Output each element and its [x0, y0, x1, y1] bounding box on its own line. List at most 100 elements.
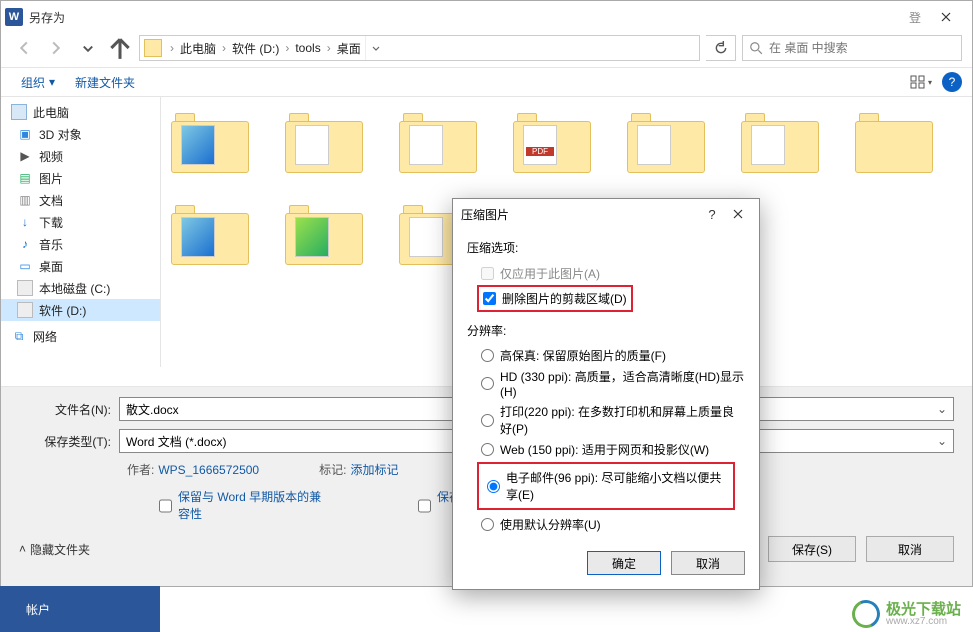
resolution-email[interactable]: 电子邮件(96 ppi): 尽可能缩小文档以便共享(E): [483, 467, 729, 505]
search-icon: [749, 41, 763, 55]
dialog-title: 压缩图片: [461, 206, 509, 223]
breadcrumb[interactable]: 软件 (D:): [228, 40, 283, 57]
cancel-button[interactable]: 取消: [866, 536, 954, 562]
tree-item[interactable]: ▤图片: [1, 167, 160, 189]
chevron-right-icon: ›: [220, 41, 228, 55]
titlebar: W 另存为 登: [1, 1, 972, 33]
recent-dropdown[interactable]: [75, 35, 101, 61]
breadcrumb[interactable]: tools: [291, 41, 324, 55]
refresh-button[interactable]: [706, 35, 736, 61]
chevron-right-icon: ›: [283, 41, 291, 55]
nav-up[interactable]: [107, 35, 133, 61]
filename-label: 文件名(N):: [19, 401, 119, 418]
resolution-print[interactable]: 打印(220 ppi): 在多数打印机和屏幕上质量良好(P): [467, 401, 745, 439]
resolution-hifi[interactable]: 高保真: 保留原始图片的质量(F): [467, 345, 745, 366]
drive-icon: [17, 280, 33, 296]
word-icon: W: [5, 8, 23, 26]
search-box[interactable]: [742, 35, 962, 61]
tree-item[interactable]: ♪音乐: [1, 233, 160, 255]
folder-item[interactable]: [171, 201, 249, 265]
delete-cropped-checkbox[interactable]: 删除图片的剪裁区域(D): [483, 290, 627, 307]
resolution-title: 分辨率:: [467, 322, 745, 339]
folder-item[interactable]: [741, 109, 819, 173]
login-hint[interactable]: 登: [909, 9, 921, 26]
chevron-up-icon: ˄: [19, 542, 26, 556]
author-label: 作者:: [127, 463, 154, 477]
ok-button[interactable]: 确定: [587, 551, 661, 575]
drive-icon: [17, 302, 33, 318]
chevron-down-icon[interactable]: ⌄: [937, 434, 947, 448]
compress-pictures-dialog: 压缩图片 ? 压缩选项: 仅应用于此图片(A) 删除图片的剪裁区域(D) 分辨率…: [452, 198, 760, 590]
apply-only-checkbox: 仅应用于此图片(A): [467, 262, 745, 285]
help-button[interactable]: ?: [942, 72, 962, 92]
desktop-icon: ▭: [17, 258, 33, 274]
music-icon: ♪: [17, 236, 33, 252]
video-icon: ▶: [17, 148, 33, 164]
chevron-down-icon[interactable]: ⌄: [937, 402, 947, 416]
dialog-close-button[interactable]: [725, 201, 751, 227]
close-button[interactable]: [923, 2, 968, 32]
highlight-box: 删除图片的剪裁区域(D): [477, 285, 633, 312]
resolution-hd[interactable]: HD (330 ppi): 高质量，适合高清晰度(HD)显示(H): [467, 366, 745, 401]
picture-icon: ▤: [17, 170, 33, 186]
tree-item[interactable]: ▶视频: [1, 145, 160, 167]
dialog-help-button[interactable]: ?: [699, 201, 725, 227]
breadcrumb[interactable]: 此电脑: [176, 40, 220, 57]
account-panel[interactable]: 帐户: [0, 586, 160, 632]
resolution-web[interactable]: Web (150 ppi): 适用于网页和投影仪(W): [467, 439, 745, 460]
chevron-down-icon: ▾: [49, 75, 55, 89]
close-icon: [941, 12, 951, 22]
tree-item-selected[interactable]: 软件 (D:): [1, 299, 160, 321]
tree-item[interactable]: ▭桌面: [1, 255, 160, 277]
compress-options-title: 压缩选项:: [467, 239, 745, 256]
compat-checkbox[interactable]: 保留与 Word 早期版本的兼容性: [159, 488, 328, 522]
tree-network[interactable]: ⧉网络: [1, 325, 160, 347]
chevron-down-icon: ▾: [928, 78, 932, 87]
folder-item[interactable]: [285, 109, 363, 173]
watermark-logo-icon: [848, 596, 884, 632]
save-button[interactable]: 保存(S): [768, 536, 856, 562]
document-icon: ▥: [17, 192, 33, 208]
folder-item[interactable]: [513, 109, 591, 173]
tree-this-pc[interactable]: 此电脑: [1, 101, 160, 123]
folder-item[interactable]: [171, 109, 249, 173]
tree-item[interactable]: 本地磁盘 (C:): [1, 277, 160, 299]
search-input[interactable]: [769, 41, 955, 55]
tree-item[interactable]: ↓下载: [1, 211, 160, 233]
address-dropdown[interactable]: [365, 36, 387, 60]
folder-icon: [144, 39, 162, 57]
organize-menu[interactable]: 组织▾: [11, 72, 65, 93]
tags-label: 标记:: [319, 463, 346, 477]
pc-icon: [11, 104, 27, 120]
download-icon: ↓: [17, 214, 33, 230]
author-value[interactable]: WPS_1666572500: [158, 463, 259, 477]
folder-item[interactable]: [285, 201, 363, 265]
highlight-box: 电子邮件(96 ppi): 尽可能缩小文档以便共享(E): [477, 462, 735, 510]
tags-value[interactable]: 添加标记: [350, 463, 398, 477]
folder-item[interactable]: [855, 109, 933, 173]
view-mode-button[interactable]: ▾: [908, 70, 934, 94]
tree-item[interactable]: ▣3D 对象: [1, 123, 160, 145]
address-row: › 此电脑 › 软件 (D:) › tools › 桌面: [1, 33, 972, 67]
new-folder-button[interactable]: 新建文件夹: [65, 72, 145, 93]
nav-tree: 此电脑 ▣3D 对象 ▶视频 ▤图片 ▥文档 ↓下载 ♪音乐 ▭桌面 本地磁盘 …: [1, 97, 161, 367]
folder-item[interactable]: [627, 109, 705, 173]
chevron-right-icon: ›: [325, 41, 333, 55]
nav-forward[interactable]: [43, 35, 69, 61]
watermark-name: 极光下载站: [886, 602, 961, 617]
filetype-label: 保存类型(T):: [19, 433, 119, 450]
watermark-url: www.xz7.com: [886, 617, 961, 627]
tree-item[interactable]: ▥文档: [1, 189, 160, 211]
cancel-button[interactable]: 取消: [671, 551, 745, 575]
hide-folders-toggle[interactable]: ˄隐藏文件夹: [19, 541, 90, 558]
chevron-right-icon: ›: [168, 41, 176, 55]
toolbar: 组织▾ 新建文件夹 ▾ ?: [1, 67, 972, 97]
window-title: 另存为: [29, 9, 65, 26]
close-icon: [733, 209, 743, 219]
folder-item[interactable]: [399, 109, 477, 173]
dialog-titlebar: 压缩图片 ?: [453, 199, 759, 229]
breadcrumb[interactable]: 桌面: [333, 40, 365, 57]
address-bar[interactable]: › 此电脑 › 软件 (D:) › tools › 桌面: [139, 35, 700, 61]
nav-back[interactable]: [11, 35, 37, 61]
resolution-default[interactable]: 使用默认分辨率(U): [467, 514, 745, 535]
